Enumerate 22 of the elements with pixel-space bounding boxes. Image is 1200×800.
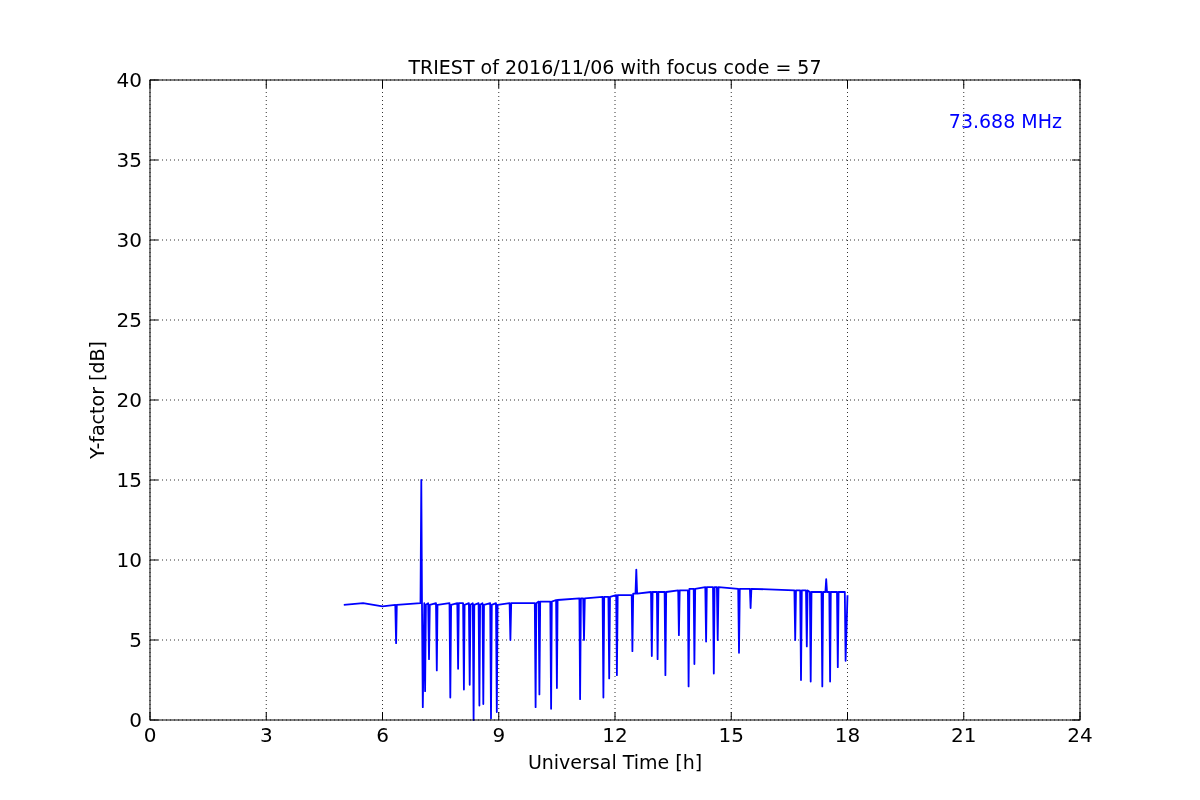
x-axis-label: Universal Time [h]	[527, 751, 703, 773]
y-tick-label: 5	[129, 628, 142, 652]
y-tick-label: 15	[116, 468, 142, 492]
y-axis-label: Y-factor [dB]	[86, 341, 108, 459]
y-tick-label: 20	[116, 388, 142, 412]
x-tick-label: 15	[718, 723, 744, 747]
y-tick-label: 0	[129, 708, 142, 732]
x-tick-label: 18	[834, 723, 861, 747]
y-tick-label: 40	[116, 68, 142, 92]
x-tick-label: 9	[492, 723, 506, 747]
x-tick-label: 12	[602, 723, 628, 747]
x-tick-label: 24	[1067, 723, 1093, 747]
x-tick-label: 3	[259, 723, 273, 747]
y-tick-label: 30	[116, 228, 142, 252]
y-tick-label: 35	[116, 148, 142, 172]
chart-title: TRIEST of 2016/11/06 with focus code = 57	[408, 56, 822, 78]
x-tick-label: 6	[376, 723, 389, 747]
x-tick-label: 0	[143, 723, 157, 747]
frequency-label: 73.688 MHz	[948, 110, 1062, 132]
y-tick-label: 25	[116, 308, 142, 332]
x-tick-label: 21	[951, 723, 977, 747]
y-tick-label: 10	[116, 548, 142, 572]
